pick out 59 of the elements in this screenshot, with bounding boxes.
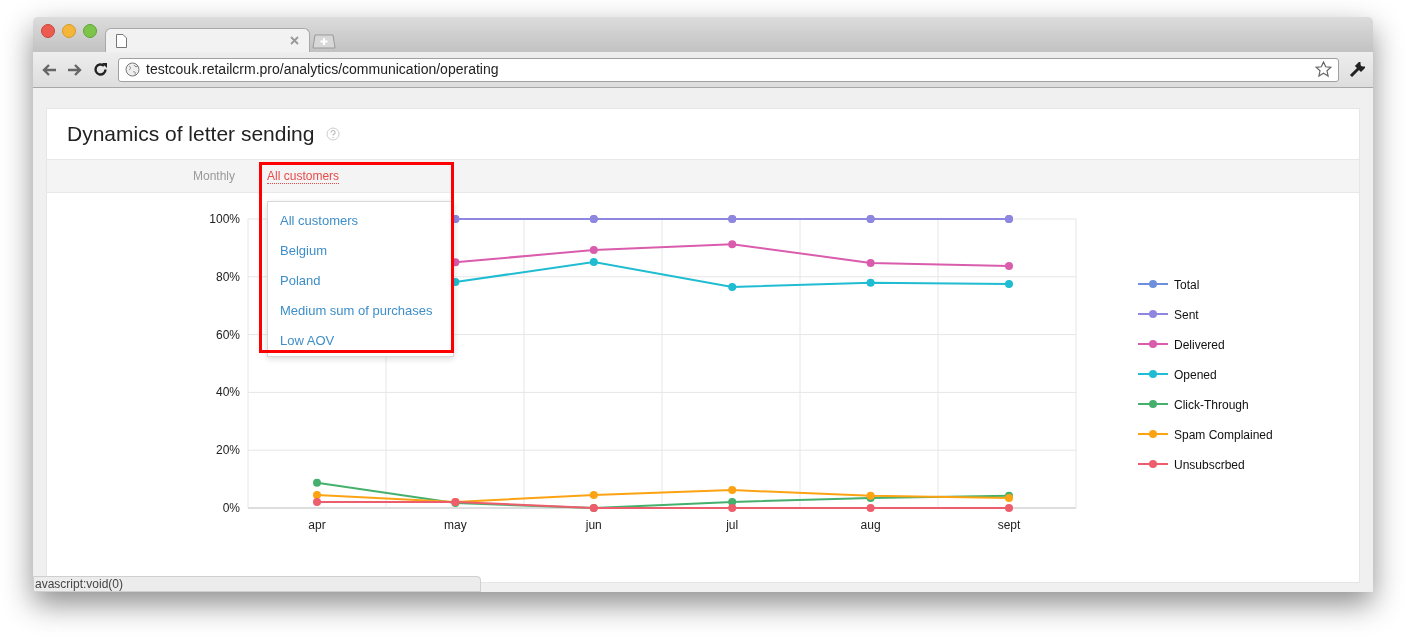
legend-label[interactable]: Delivered (1174, 337, 1225, 352)
back-icon[interactable] (41, 62, 57, 77)
y-axis-label: 80% (215, 269, 240, 284)
y-axis-label: 20% (215, 443, 240, 458)
data-point (866, 258, 875, 267)
x-axis-label: may (444, 518, 467, 532)
legend-label[interactable]: Unsubscrbed (1174, 457, 1245, 472)
url-text: testcouk.retailcrm.pro/analytics/communication/operating (146, 60, 500, 79)
y-axis-label: 100% (209, 212, 240, 226)
close-icon[interactable] (290, 36, 299, 45)
x-axis-label: jul (726, 518, 739, 532)
page-icon (116, 33, 127, 48)
zoom-window-button[interactable] (83, 24, 97, 38)
wrench-icon[interactable] (1349, 61, 1365, 78)
legend-label[interactable]: Click-Through (1174, 397, 1249, 412)
new-tab-icon[interactable] (312, 34, 336, 49)
reload-icon[interactable] (93, 62, 108, 77)
legend-label[interactable]: Sent (1174, 307, 1199, 322)
y-axis-label: 60% (215, 327, 240, 342)
dropdown-option[interactable]: Medium sum of purchases (268, 296, 453, 326)
data-point (728, 240, 737, 249)
dropdown-option[interactable]: Low AOV (268, 326, 453, 356)
x-axis-label: sept (997, 518, 1021, 532)
x-axis-label: jun (585, 518, 602, 532)
report-title: Dynamics of letter sending (67, 121, 315, 148)
data-point (1005, 504, 1013, 512)
data-point (866, 504, 875, 512)
y-axis-label: 0% (222, 501, 240, 515)
data-point (313, 478, 321, 487)
data-point (589, 491, 598, 499)
legend-label[interactable]: Opened (1174, 367, 1217, 382)
data-point (589, 245, 598, 254)
dropdown-option[interactable]: All customers (268, 206, 453, 236)
data-point (1005, 280, 1013, 288)
globe-icon (125, 62, 140, 77)
help-icon[interactable] (326, 127, 341, 141)
data-point (728, 497, 737, 506)
data-point (451, 278, 460, 286)
legend-label[interactable]: Total (1174, 277, 1200, 292)
forward-icon[interactable] (67, 62, 83, 77)
data-point (728, 486, 737, 495)
y-axis-label: 40% (215, 385, 240, 400)
star-icon[interactable] (1315, 61, 1332, 78)
dropdown-option[interactable]: Poland (268, 266, 453, 296)
x-axis-label: aug (860, 518, 881, 532)
status-bar: avascript:void(0) (33, 576, 481, 592)
data-point (728, 282, 737, 291)
data-point (1005, 262, 1013, 271)
segment-dropdown[interactable]: All customers (267, 168, 340, 184)
browser-tab[interactable] (105, 28, 310, 52)
data-point (866, 278, 875, 287)
x-axis-label: apr (308, 518, 326, 532)
minimize-window-button[interactable] (62, 24, 76, 38)
data-point (589, 258, 598, 267)
close-window-button[interactable] (41, 24, 55, 38)
data-point (451, 258, 460, 267)
address-bar[interactable]: testcouk.retailcrm.pro/analytics/communication/operating (118, 57, 1339, 82)
legend-label[interactable]: Spam Complained (1174, 427, 1273, 442)
dropdown-option[interactable]: Belgium (268, 236, 453, 266)
